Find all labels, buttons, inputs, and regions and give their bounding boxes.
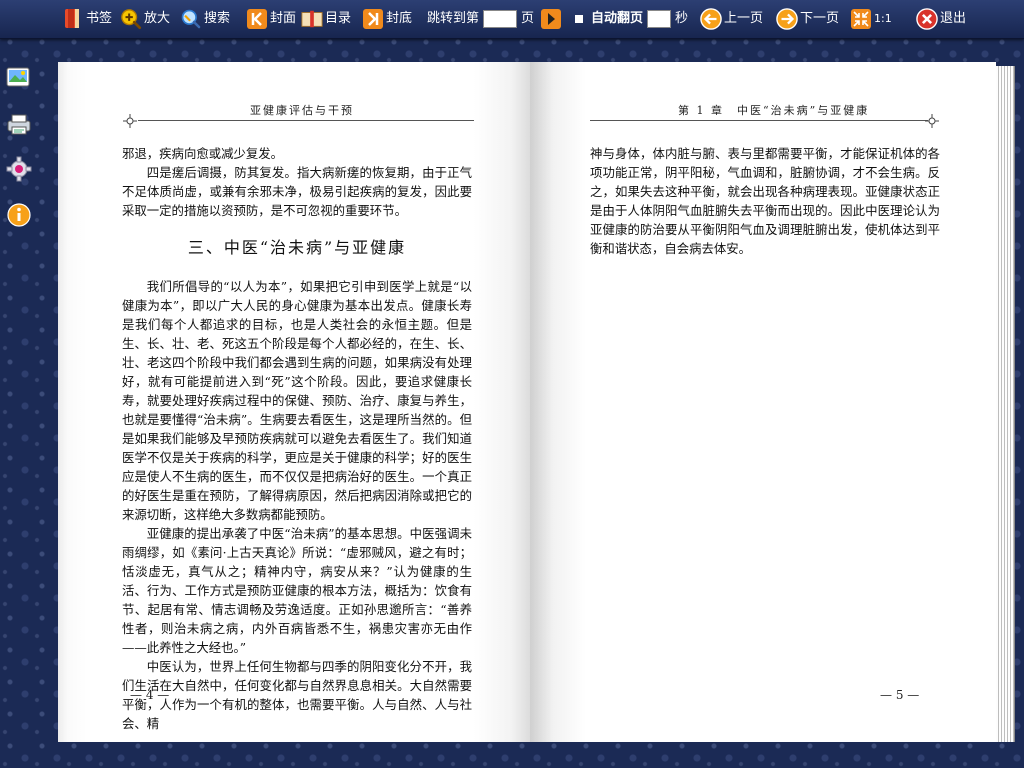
thumbnails-button[interactable] bbox=[6, 66, 32, 92]
toc-button[interactable]: 目录 bbox=[301, 4, 351, 34]
page-number: — 5 — bbox=[880, 688, 920, 702]
header-rule bbox=[590, 120, 928, 121]
left-page[interactable]: 亚健康评估与干预 邪退，疾病向愈或减少复发。 四是瘥后调摄，防其复发。指大病新瘥… bbox=[58, 62, 530, 742]
header-rule bbox=[138, 120, 474, 121]
paragraph: 我们所倡导的“以人为本”，如果把它引申到医学上就是“以健康为本”，即以广大人民的… bbox=[122, 279, 472, 522]
auto-flip: 自动翻页 秒 bbox=[575, 4, 688, 34]
section-title: 三、中医“治未病”与亚健康 bbox=[187, 238, 407, 257]
page-number: — 4 — bbox=[130, 688, 170, 702]
right-page-text: 神与身体，体内脏与腑、表与里都需要平衡，才能保证机体的各项功能正常，阴平阳秘，气… bbox=[590, 144, 940, 258]
prev-page-button[interactable]: 上一页 bbox=[700, 4, 763, 34]
seconds-input[interactable] bbox=[647, 10, 672, 28]
first-page-icon bbox=[246, 8, 268, 30]
book-viewer: 亚健康评估与干预 邪退，疾病向愈或减少复发。 四是瘥后调摄，防其复发。指大病新瘥… bbox=[58, 62, 1016, 746]
image-icon bbox=[6, 65, 32, 93]
open-book-icon bbox=[301, 8, 323, 30]
actual-size-button[interactable]: 1:1 bbox=[850, 4, 892, 34]
ornament-icon bbox=[925, 114, 939, 128]
back-cover-button[interactable]: 封底 bbox=[362, 4, 412, 34]
paragraph: 四是瘥后调摄，防其复发。指大病新瘥的恢复期，由于正气不足体质尚虚，或兼有余邪未净… bbox=[122, 165, 472, 218]
info-icon bbox=[7, 203, 31, 231]
magnifier-plus-icon bbox=[120, 8, 142, 30]
cover-button[interactable]: 封面 bbox=[246, 4, 296, 34]
page-stack-edge bbox=[996, 66, 1015, 742]
right-page[interactable]: 第 1 章 中医“治未病”与亚健康 神与身体，体内脏与腑、表与里都需要平衡，才能… bbox=[530, 62, 996, 742]
exit-button[interactable]: 退出 bbox=[916, 4, 966, 34]
close-icon bbox=[916, 8, 938, 30]
arrow-right-icon bbox=[776, 8, 798, 30]
bookmark-button[interactable]: 书签 bbox=[62, 4, 112, 34]
left-page-text: 邪退，疾病向愈或减少复发。 四是瘥后调摄，防其复发。指大病新瘥的恢复期，由于正气… bbox=[122, 144, 472, 733]
gear-icon bbox=[6, 156, 32, 186]
go-button[interactable] bbox=[540, 8, 562, 30]
paragraph: 亚健康的提出承袭了中医“治未病”的基本思想。中医强调未雨绸缪，如《素问·上古天真… bbox=[122, 526, 472, 655]
auto-flip-checkbox[interactable] bbox=[575, 15, 583, 23]
search-icon bbox=[180, 8, 202, 30]
paragraph: 中医认为，世界上任何生物都与四季的阴阳变化分不开，我们生活在大自然中，任何变化都… bbox=[122, 659, 472, 731]
printer-icon bbox=[6, 112, 32, 140]
toolbar: 书签 放大 搜索 封面 目录 封底 跳转到第 页 自动翻页 秒 上一页 下一页 … bbox=[0, 0, 1024, 39]
ornament-icon bbox=[123, 114, 137, 128]
running-header: 亚健康评估与干预 bbox=[250, 104, 354, 117]
settings-button[interactable] bbox=[6, 156, 32, 186]
print-button[interactable] bbox=[6, 113, 32, 139]
running-header: 第 1 章 中医“治未病”与亚健康 bbox=[678, 104, 870, 117]
jump-to-page: 跳转到第 页 bbox=[427, 4, 564, 34]
bookmark-icon bbox=[62, 8, 84, 30]
last-page-icon bbox=[362, 8, 384, 30]
paragraph: 邪退，疾病向愈或减少复发。 bbox=[122, 146, 284, 161]
page-number-input[interactable] bbox=[483, 10, 518, 28]
next-page-button[interactable]: 下一页 bbox=[776, 4, 839, 34]
shrink-icon bbox=[850, 8, 872, 30]
zoom-in-button[interactable]: 放大 bbox=[120, 4, 170, 34]
paragraph: 神与身体，体内脏与腑、表与里都需要平衡，才能保证机体的各项功能正常，阴平阳秘，气… bbox=[590, 146, 940, 256]
search-button[interactable]: 搜索 bbox=[180, 4, 230, 34]
info-button[interactable] bbox=[6, 203, 32, 231]
arrow-left-icon bbox=[700, 8, 722, 30]
